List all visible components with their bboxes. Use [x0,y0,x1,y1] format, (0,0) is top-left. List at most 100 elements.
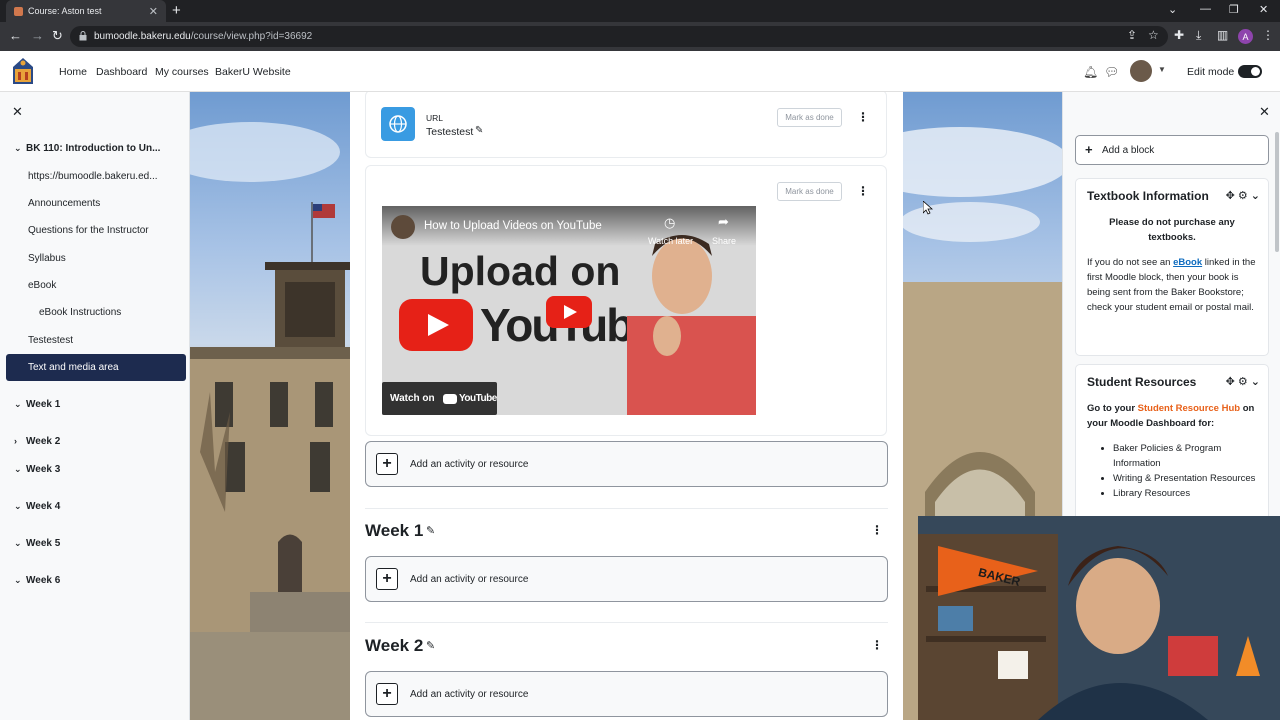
add-block-button[interactable]: + Add a block [1075,135,1269,165]
course-index-item[interactable]: Announcements [28,198,100,209]
edit-pencil-icon[interactable]: ✎ [426,639,435,652]
favicon-icon [14,6,23,16]
course-index-section-week5[interactable]: ⌄ Week 5 [14,538,60,549]
list-item[interactable]: Baker Policies & Program Information [1113,441,1257,471]
plus-icon: + [376,568,398,590]
download-icon[interactable]: ⤓ [1196,28,1201,43]
url-activity-card: URL Testestest ✎ Mark as done ⋮ [365,92,887,158]
add-activity-button[interactable]: + Add an activity or resource [365,441,888,487]
nav-my-courses[interactable]: My courses [155,66,209,78]
nav-dashboard[interactable]: Dashboard [96,66,147,78]
resources-list: Baker Policies & Program Information Wri… [1087,441,1257,501]
youtube-video-embed[interactable]: How to Upload Videos on YouTube Upload o… [382,206,756,415]
course-index-item[interactable]: eBook [28,280,56,291]
plus-icon: + [376,453,398,475]
share-arrow-icon[interactable]: ➦ [718,214,729,230]
bookmark-star-icon[interactable]: ☆ [1148,28,1159,42]
back-icon[interactable]: ← [9,28,22,43]
edit-pencil-icon[interactable]: ✎ [426,524,435,537]
youtube-wordmark: YouTube [459,393,497,404]
browser-menu-icon[interactable]: ⋮ [1262,28,1274,42]
side-panel-icon[interactable]: ▥ [1217,28,1228,42]
watch-later-label[interactable]: Watch later [648,236,693,246]
channel-avatar[interactable] [391,215,415,239]
restore-icon[interactable]: ❐ [1229,3,1239,16]
mark-as-done-button[interactable]: Mark as done [777,108,842,127]
add-activity-label: Add an activity or resource [410,459,529,470]
extensions-icon[interactable]: ✚ [1174,28,1184,42]
close-window-icon[interactable]: ✕ [1259,3,1268,16]
block-controls[interactable]: ✥ ⚙ ⌄ [1226,375,1260,388]
section-menu-icon[interactable]: ⋮ [871,638,883,652]
chevron-down-icon[interactable]: ▼ [1158,65,1166,74]
close-course-index-icon[interactable]: ✕ [12,104,23,120]
course-index-item[interactable]: Testestest [28,335,73,346]
reload-icon[interactable]: ↻ [52,28,63,44]
activity-menu-icon[interactable]: ⋮ [857,110,869,124]
browser-tab[interactable]: Course: Aston test ✕ [6,0,166,22]
resources-intro: Go to your Student Resource Hub on your … [1087,403,1255,429]
course-index-item-active[interactable]: Text and media area [6,354,186,381]
course-index-item[interactable]: Questions for the Instructor [28,225,149,236]
messages-icon[interactable]: 💬︎ [1104,65,1119,79]
section-title-week2[interactable]: Week 2 [365,636,423,656]
nav-home[interactable]: Home [59,66,87,78]
list-item[interactable]: Library Resources [1113,486,1257,501]
edit-mode-toggle[interactable] [1238,65,1262,78]
ebook-link[interactable]: eBook [1173,257,1202,268]
course-index-section-week4[interactable]: ⌄ Week 4 [14,501,60,512]
activity-menu-icon[interactable]: ⋮ [857,184,869,198]
close-tab-icon[interactable]: ✕ [149,5,158,18]
course-index-section-week1[interactable]: ⌄ Week 1 [14,399,60,410]
video-title[interactable]: How to Upload Videos on YouTube [424,220,602,232]
course-index-item[interactable]: https://bumoodle.bakeru.ed... [28,171,158,182]
student-resource-hub-link[interactable]: Student Resource Hub [1138,403,1240,414]
section-divider [365,508,888,509]
profile-avatar[interactable]: A [1238,29,1253,44]
baker-university-logo[interactable] [10,55,36,88]
course-index-section-week3[interactable]: ⌄ Week 3 [14,464,60,475]
watch-on-youtube-button[interactable]: Watch on YouTube [382,382,497,415]
chevron-down-icon: ⌄ [14,575,22,585]
course-index-course-title[interactable]: ⌄ BK 110: Introduction to Un... [14,143,160,154]
add-activity-button[interactable]: + Add an activity or resource [365,556,888,602]
tab-search-icon[interactable]: ⌄ [1168,3,1177,16]
course-index-section-week2[interactable]: › Week 2 [14,436,60,447]
course-index-section-week6[interactable]: ⌄ Week 6 [14,575,60,586]
nav-bakeru-website[interactable]: BakerU Website [215,66,291,78]
mark-as-done-button[interactable]: Mark as done [777,182,842,201]
edit-pencil-icon[interactable]: ✎ [475,125,483,136]
minimize-icon[interactable]: — [1200,3,1211,15]
block-title: Textbook Information [1087,189,1209,203]
textbook-body: If you do not see an eBook linked in the… [1087,257,1256,313]
course-index-item[interactable]: eBook Instructions [39,307,121,318]
add-activity-button[interactable]: + Add an activity or resource [365,671,888,717]
site-navbar: Home Dashboard My courses BakerU Website… [0,51,1280,92]
play-button-icon[interactable] [546,296,592,328]
add-activity-label: Add an activity or resource [410,689,529,700]
share-icon[interactable]: ⇪ [1127,28,1137,42]
close-block-drawer-icon[interactable]: ✕ [1259,104,1270,120]
edit-mode-label: Edit mode [1187,66,1235,78]
course-index-drawer: ✕ ⌄ BK 110: Introduction to Un... https:/… [0,92,190,720]
scrollbar[interactable] [1275,132,1279,252]
clock-icon[interactable]: ◷ [664,215,675,231]
section-divider [365,622,888,623]
user-avatar[interactable] [1130,60,1152,82]
url-input[interactable]: bumoodle.bakeru.edu/course/view.php?id=3… [70,26,1168,47]
list-item[interactable]: Writing & Presentation Resources [1113,471,1257,486]
course-index-item[interactable]: Syllabus [28,253,66,264]
share-label[interactable]: Share [712,236,736,246]
textbook-information-block: Textbook Information ✥ ⚙ ⌄ Please do not… [1075,178,1269,356]
block-controls[interactable]: ✥ ⚙ ⌄ [1226,189,1260,202]
chevron-down-icon: ⌄ [14,464,22,474]
course-main-content: URL Testestest ✎ Mark as done ⋮ Mark as … [350,92,903,720]
forward-icon[interactable]: → [31,28,44,43]
section-menu-icon[interactable]: ⋮ [871,523,883,537]
section-title-week1[interactable]: Week 1 [365,521,423,541]
activity-name-link[interactable]: Testestest [426,126,473,138]
new-tab-icon[interactable]: + [172,2,181,19]
notifications-bell-icon[interactable]: 🔔︎ [1083,65,1098,79]
text-media-area-card: Mark as done ⋮ How to Upload Videos on Y… [365,165,887,436]
thumbnail-headline-1: Upload on [420,248,621,294]
